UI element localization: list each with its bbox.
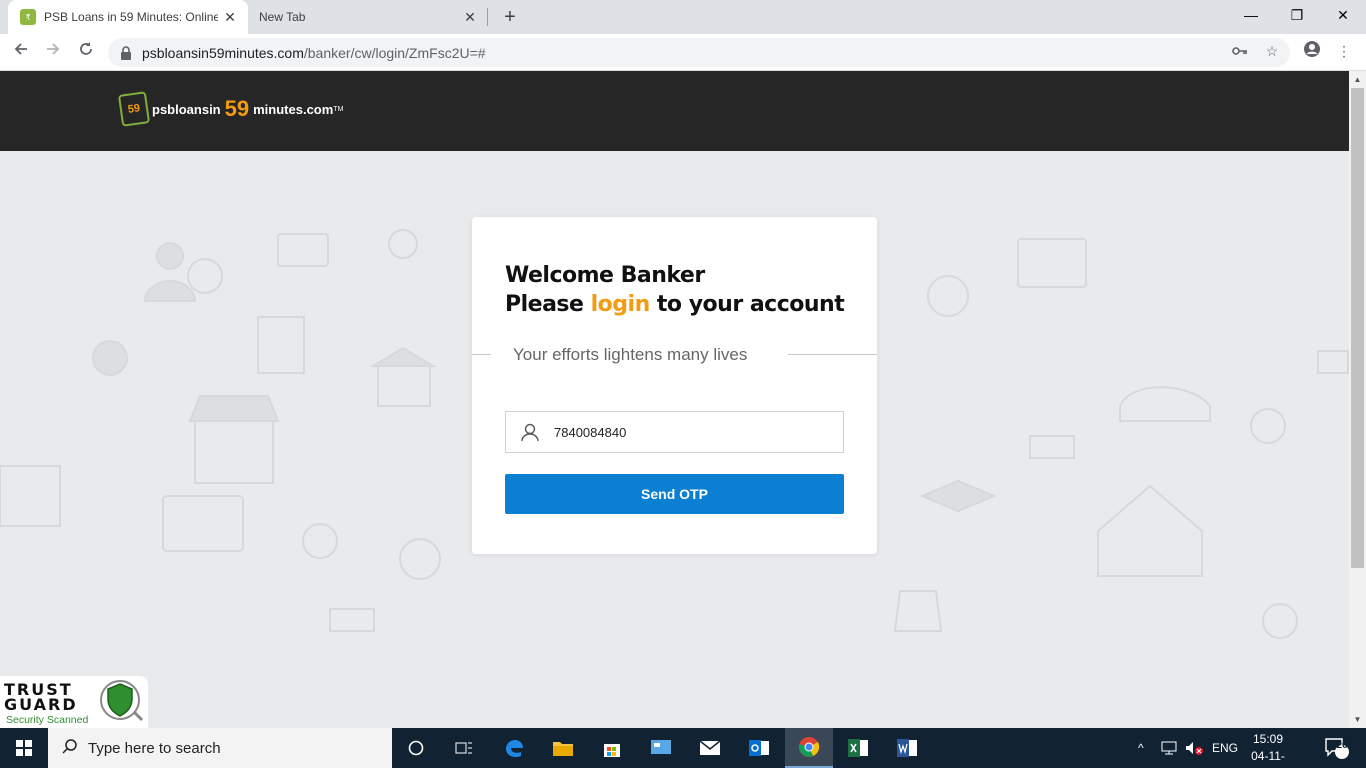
clock-time: 15:09 [1252, 732, 1284, 746]
divider-line-right [788, 354, 877, 355]
tagline-divider: Your efforts lightens many lives [472, 343, 877, 367]
tab-close-icon[interactable]: ✕ [218, 9, 242, 26]
new-tab-button[interactable]: + [498, 5, 522, 29]
browser-toolbar: psbloansin59minutes.com/banker/cw/login/… [0, 34, 1366, 71]
word-icon[interactable] [883, 728, 931, 768]
windows-start-icon[interactable] [0, 728, 48, 768]
site-logo[interactable]: 59 psbloansin 59 minutes.com TM [117, 91, 344, 127]
key-icon[interactable] [1229, 40, 1251, 62]
microsoft-store-icon[interactable] [588, 728, 636, 768]
back-arrow-icon[interactable] [8, 40, 34, 66]
search-icon [62, 738, 78, 759]
tagline-text: Your efforts lightens many lives [513, 345, 748, 364]
restore-button[interactable]: ❐ [1274, 0, 1320, 30]
tab-title: PSB Loans in 59 Minutes: Online [44, 10, 218, 24]
volume-muted-icon[interactable] [1184, 728, 1204, 768]
excel-icon[interactable] [834, 728, 882, 768]
login-card: Welcome Banker Please login to your acco… [472, 217, 877, 554]
minimize-button[interactable]: — [1228, 0, 1274, 30]
logo-text-59: 59 [224, 96, 250, 121]
trustguard-subtitle: Security Scanned [6, 714, 89, 726]
browser-menu-icon[interactable]: ⋮ [1333, 40, 1355, 62]
cortana-icon[interactable] [392, 728, 440, 768]
forward-arrow-icon[interactable] [40, 40, 66, 66]
url-host: psbloansin59minutes.com [142, 44, 304, 61]
tab-separator [487, 8, 488, 26]
welcome-banker-text: Welcome Banker [505, 263, 705, 288]
outlook-icon[interactable] [735, 728, 783, 768]
login-highlight-text: login [590, 292, 651, 317]
windows-taskbar: Type here to search ^ ENG 15:09 04-11-20… [0, 728, 1366, 780]
send-otp-button[interactable]: Send OTP [505, 474, 844, 514]
control-panel-icon[interactable] [637, 728, 685, 768]
logo-trademark: TM [333, 105, 344, 113]
address-bar[interactable]: psbloansin59minutes.com/banker/cw/login/… [108, 38, 1290, 67]
please-text: Please [505, 292, 584, 317]
welcome-heading: Welcome Banker Please login to your acco… [505, 261, 845, 319]
url-path: /banker/cw/login/ZmFsc2U=# [303, 44, 486, 61]
browser-tab-strip: ₹ PSB Loans in 59 Minutes: Online ✕ New … [0, 0, 1366, 34]
divider-line-left [472, 354, 491, 355]
clock-date: 04-11-2019 [1251, 749, 1285, 780]
page-scrollbar[interactable]: ▲ ▼ [1349, 71, 1366, 728]
user-icon [506, 422, 554, 442]
site-header: 59 psbloansin 59 minutes.com TM [0, 71, 1349, 151]
bookmark-star-icon[interactable]: ☆ [1261, 40, 1283, 62]
site-favicon-icon: ₹ [20, 9, 36, 25]
page-viewport: 59 psbloansin 59 minutes.com TM Welcome … [0, 71, 1349, 728]
trustguard-badge[interactable]: TRUST GUARD Security Scanned [0, 676, 148, 728]
logo-badge-icon: 59 [117, 91, 151, 127]
tab-title: New Tab [259, 10, 306, 24]
show-hidden-icons-chevron-icon[interactable]: ^ [1138, 728, 1144, 768]
lock-icon [120, 45, 134, 60]
search-placeholder: Type here to search [88, 739, 221, 757]
trustguard-logo-text: TRUST GUARD [4, 682, 78, 714]
task-view-icon[interactable] [440, 728, 488, 768]
action-center-icon[interactable]: 26 [1324, 728, 1352, 768]
window-close-button[interactable]: ✕ [1320, 0, 1366, 30]
trustguard-line2: GUARD [4, 695, 78, 714]
reload-icon[interactable] [73, 40, 99, 66]
tab-psb-loans[interactable]: ₹ PSB Loans in 59 Minutes: Online ✕ [8, 0, 248, 34]
scroll-down-arrow-icon[interactable]: ▼ [1349, 711, 1366, 728]
scroll-up-arrow-icon[interactable]: ▲ [1349, 71, 1366, 88]
tab-close-icon[interactable]: ✕ [458, 9, 482, 26]
taskbar-search-box[interactable]: Type here to search [48, 728, 392, 768]
network-icon[interactable] [1160, 728, 1178, 768]
logo-text-part1: psbloansin [152, 101, 221, 117]
tab-new-tab[interactable]: New Tab ✕ [248, 0, 488, 34]
username-field[interactable] [505, 411, 844, 453]
language-indicator[interactable]: ENG [1212, 728, 1238, 768]
please-login-line: Please login to your account [505, 290, 845, 319]
to-account-text: to your account [656, 292, 845, 317]
taskbar-clock[interactable]: 15:09 04-11-2019 [1238, 731, 1298, 782]
file-explorer-icon[interactable] [539, 728, 587, 768]
chrome-icon[interactable] [785, 728, 833, 768]
profile-avatar-icon[interactable] [1301, 40, 1323, 62]
logo-text-part2: minutes.com [253, 101, 334, 117]
edge-browser-icon[interactable] [490, 728, 538, 768]
username-input[interactable] [554, 424, 824, 440]
mail-icon[interactable] [686, 728, 734, 768]
shield-icon [100, 680, 144, 722]
notification-count-badge: 26 [1336, 740, 1348, 751]
scroll-thumb[interactable] [1351, 88, 1364, 568]
